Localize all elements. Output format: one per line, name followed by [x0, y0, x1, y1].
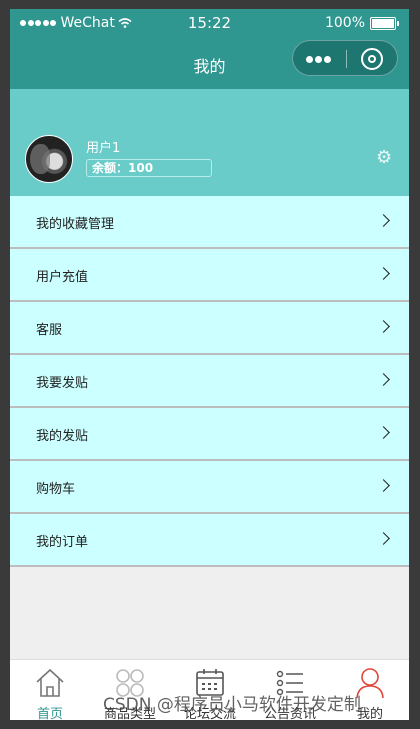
tab-forum[interactable]: 论坛交流: [170, 660, 250, 720]
menu-item-label: 购物车: [36, 482, 76, 497]
profile-header: 用户1 余额：100 ⚙: [10, 89, 409, 196]
tab-mine[interactable]: 我的: [330, 660, 409, 720]
calendar-icon: [196, 669, 224, 696]
tab-bar: 首页 商品类型 论坛交流 公告资讯 我的: [10, 659, 409, 720]
menu-item-my-posts[interactable]: 我的发贴: [10, 408, 409, 461]
user-icon: [356, 668, 384, 699]
balance-label: 余额：: [92, 161, 129, 175]
menu-item-customer-service[interactable]: 客服: [10, 302, 409, 355]
tab-label: 商品类型: [103, 707, 156, 720]
menu-item-orders[interactable]: 我的订单: [10, 514, 409, 567]
gear-icon[interactable]: ⚙: [376, 147, 392, 168]
menu-item-cart[interactable]: 购物车: [10, 461, 409, 514]
menu-item-label: 我要发贴: [36, 376, 89, 391]
menu-item-favorites[interactable]: 我的收藏管理: [10, 196, 409, 249]
menu-item-label: 我的收藏管理: [36, 217, 115, 232]
chevron-right-icon: [377, 426, 390, 439]
tab-announcements[interactable]: 公告资讯: [250, 660, 330, 720]
username: 用户1: [86, 141, 121, 156]
menu-item-label: 我的订单: [36, 535, 89, 550]
balance-badge: 余额：100: [86, 159, 212, 177]
status-bar: WeChat 15:22 100%: [10, 9, 409, 37]
tab-label: 首页: [36, 707, 63, 720]
phone-screen: WeChat 15:22 100% 我的 用户1 余额：100 ⚙ 我的收藏管理…: [10, 9, 409, 720]
chevron-right-icon: [377, 214, 390, 227]
chevron-right-icon: [377, 373, 390, 386]
chevron-right-icon: [377, 267, 390, 280]
menu-item-label: 客服: [36, 323, 63, 338]
menu-item-label: 我的发贴: [36, 429, 89, 444]
battery-icon: [370, 16, 396, 30]
avatar[interactable]: [25, 135, 73, 183]
battery-indicator: 100%: [325, 15, 399, 31]
home-icon: [36, 668, 64, 697]
chevron-right-icon: [377, 320, 390, 333]
menu-item-recharge[interactable]: 用户充值: [10, 249, 409, 302]
tab-home[interactable]: 首页: [10, 660, 90, 720]
battery-percent: 100%: [324, 15, 365, 31]
chevron-right-icon: [377, 479, 390, 492]
tab-label: 我的: [356, 707, 383, 720]
menu-item-label: 用户充值: [36, 270, 89, 285]
balance-value: 100: [128, 161, 154, 175]
navigation-bar: 我的: [10, 37, 409, 89]
tab-label: 论坛交流: [183, 707, 236, 720]
list-icon: [276, 670, 303, 696]
menu-item-create-post[interactable]: 我要发贴: [10, 355, 409, 408]
close-miniprogram-icon[interactable]: [361, 48, 383, 70]
category-icon: [116, 669, 144, 697]
tab-label: 公告资讯: [263, 707, 316, 720]
miniprogram-capsule: [292, 40, 398, 76]
more-options-icon[interactable]: [306, 56, 333, 63]
tab-category[interactable]: 商品类型: [90, 660, 170, 720]
chevron-right-icon: [377, 532, 390, 545]
menu-list: 我的收藏管理 用户充值 客服 我要发贴 我的发贴 购物车 我的订单: [10, 196, 409, 567]
